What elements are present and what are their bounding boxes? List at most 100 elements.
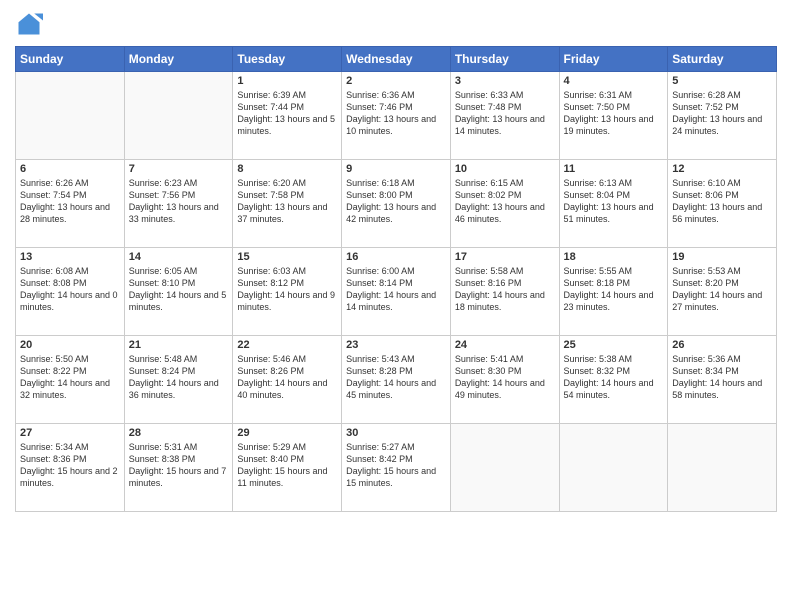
day-number: 8: [237, 163, 337, 175]
day-info: Sunrise: 6:13 AM Sunset: 8:04 PM Dayligh…: [564, 177, 664, 226]
day-of-week-header: Friday: [559, 47, 668, 72]
day-info: Sunrise: 5:29 AM Sunset: 8:40 PM Dayligh…: [237, 441, 337, 490]
calendar-day-cell: 23 Sunrise: 5:43 AM Sunset: 8:28 PM Dayli…: [342, 336, 451, 424]
day-info: Sunrise: 5:38 AM Sunset: 8:32 PM Dayligh…: [564, 353, 664, 402]
calendar-day-cell: [559, 424, 668, 512]
day-number: 6: [20, 163, 120, 175]
header: [15, 10, 777, 38]
calendar-day-cell: 9 Sunrise: 6:18 AM Sunset: 8:00 PM Daylig…: [342, 160, 451, 248]
day-number: 17: [455, 251, 555, 263]
day-number: 30: [346, 427, 446, 439]
calendar-table: SundayMondayTuesdayWednesdayThursdayFrid…: [15, 46, 777, 512]
calendar-day-cell: 12 Sunrise: 6:10 AM Sunset: 8:06 PM Dayli…: [668, 160, 777, 248]
day-number: 2: [346, 75, 446, 87]
day-info: Sunrise: 6:00 AM Sunset: 8:14 PM Dayligh…: [346, 265, 446, 314]
calendar-day-cell: [450, 424, 559, 512]
calendar-day-cell: 24Sunrise: 5:41 AM Sunset: 8:30 PM Dayli…: [450, 336, 559, 424]
day-number: 24: [455, 339, 555, 351]
logo: [15, 10, 47, 38]
calendar-day-cell: 3Sunrise: 6:33 AM Sunset: 7:48 PM Daylig…: [450, 72, 559, 160]
calendar-day-cell: [668, 424, 777, 512]
day-number: 12: [672, 163, 772, 175]
page: SundayMondayTuesdayWednesdayThursdayFrid…: [0, 0, 792, 612]
day-info: Sunrise: 5:36 AM Sunset: 8:34 PM Dayligh…: [672, 353, 772, 402]
day-number: 28: [129, 427, 229, 439]
calendar-day-cell: [16, 72, 125, 160]
day-info: Sunrise: 6:31 AM Sunset: 7:50 PM Dayligh…: [564, 89, 664, 138]
calendar-week-row: 6 Sunrise: 6:26 AM Sunset: 7:54 PM Daylig…: [16, 160, 777, 248]
day-of-week-header: Wednesday: [342, 47, 451, 72]
day-info: Sunrise: 5:48 AM Sunset: 8:24 PM Dayligh…: [129, 353, 229, 402]
day-info: Sunrise: 5:58 AM Sunset: 8:16 PM Dayligh…: [455, 265, 555, 314]
day-of-week-header: Thursday: [450, 47, 559, 72]
day-number: 23: [346, 339, 446, 351]
calendar-day-cell: 20 Sunrise: 5:50 AM Sunset: 8:22 PM Dayli…: [16, 336, 125, 424]
calendar-day-cell: 13Sunrise: 6:08 AM Sunset: 8:08 PM Dayli…: [16, 248, 125, 336]
day-info: Sunrise: 6:28 AM Sunset: 7:52 PM Dayligh…: [672, 89, 772, 138]
day-info: Sunrise: 6:08 AM Sunset: 8:08 PM Dayligh…: [20, 265, 120, 314]
calendar-day-cell: 8 Sunrise: 6:20 AM Sunset: 7:58 PM Daylig…: [233, 160, 342, 248]
logo-icon: [15, 10, 43, 38]
calendar-header-row: SundayMondayTuesdayWednesdayThursdayFrid…: [16, 47, 777, 72]
day-info: Sunrise: 6:20 AM Sunset: 7:58 PM Dayligh…: [237, 177, 337, 226]
day-number: 5: [672, 75, 772, 87]
calendar-day-cell: 16 Sunrise: 6:00 AM Sunset: 8:14 PM Dayli…: [342, 248, 451, 336]
calendar-day-cell: 26 Sunrise: 5:36 AM Sunset: 8:34 PM Dayli…: [668, 336, 777, 424]
day-info: Sunrise: 6:18 AM Sunset: 8:00 PM Dayligh…: [346, 177, 446, 226]
day-info: Sunrise: 6:15 AM Sunset: 8:02 PM Dayligh…: [455, 177, 555, 226]
calendar-day-cell: 22 Sunrise: 5:46 AM Sunset: 8:26 PM Dayli…: [233, 336, 342, 424]
calendar-day-cell: 6 Sunrise: 6:26 AM Sunset: 7:54 PM Daylig…: [16, 160, 125, 248]
day-info: Sunrise: 5:46 AM Sunset: 8:26 PM Dayligh…: [237, 353, 337, 402]
day-number: 11: [564, 163, 664, 175]
day-info: Sunrise: 5:53 AM Sunset: 8:20 PM Dayligh…: [672, 265, 772, 314]
day-number: 3: [455, 75, 555, 87]
day-info: Sunrise: 6:39 AM Sunset: 7:44 PM Dayligh…: [237, 89, 337, 138]
day-number: 29: [237, 427, 337, 439]
day-info: Sunrise: 5:34 AM Sunset: 8:36 PM Dayligh…: [20, 441, 120, 490]
calendar-week-row: 13Sunrise: 6:08 AM Sunset: 8:08 PM Dayli…: [16, 248, 777, 336]
day-info: Sunrise: 6:26 AM Sunset: 7:54 PM Dayligh…: [20, 177, 120, 226]
calendar-day-cell: 19 Sunrise: 5:53 AM Sunset: 8:20 PM Dayli…: [668, 248, 777, 336]
calendar-day-cell: [124, 72, 233, 160]
calendar-day-cell: 18Sunrise: 5:55 AM Sunset: 8:18 PM Dayli…: [559, 248, 668, 336]
day-number: 26: [672, 339, 772, 351]
calendar-day-cell: 15Sunrise: 6:03 AM Sunset: 8:12 PM Dayli…: [233, 248, 342, 336]
day-info: Sunrise: 6:10 AM Sunset: 8:06 PM Dayligh…: [672, 177, 772, 226]
calendar-day-cell: 21 Sunrise: 5:48 AM Sunset: 8:24 PM Dayli…: [124, 336, 233, 424]
day-number: 22: [237, 339, 337, 351]
calendar-day-cell: 29 Sunrise: 5:29 AM Sunset: 8:40 PM Dayli…: [233, 424, 342, 512]
day-number: 1: [237, 75, 337, 87]
day-number: 19: [672, 251, 772, 263]
calendar-day-cell: 30 Sunrise: 5:27 AM Sunset: 8:42 PM Dayli…: [342, 424, 451, 512]
day-info: Sunrise: 6:05 AM Sunset: 8:10 PM Dayligh…: [129, 265, 229, 314]
day-of-week-header: Saturday: [668, 47, 777, 72]
calendar-day-cell: 14 Sunrise: 6:05 AM Sunset: 8:10 PM Dayli…: [124, 248, 233, 336]
calendar-day-cell: 27 Sunrise: 5:34 AM Sunset: 8:36 PM Dayli…: [16, 424, 125, 512]
day-number: 21: [129, 339, 229, 351]
day-number: 25: [564, 339, 664, 351]
calendar-day-cell: 2Sunrise: 6:36 AM Sunset: 7:46 PM Daylig…: [342, 72, 451, 160]
calendar-day-cell: 28 Sunrise: 5:31 AM Sunset: 8:38 PM Dayli…: [124, 424, 233, 512]
calendar-day-cell: 10 Sunrise: 6:15 AM Sunset: 8:02 PM Dayli…: [450, 160, 559, 248]
day-info: Sunrise: 5:43 AM Sunset: 8:28 PM Dayligh…: [346, 353, 446, 402]
day-of-week-header: Monday: [124, 47, 233, 72]
day-number: 16: [346, 251, 446, 263]
day-info: Sunrise: 6:23 AM Sunset: 7:56 PM Dayligh…: [129, 177, 229, 226]
day-info: Sunrise: 5:27 AM Sunset: 8:42 PM Dayligh…: [346, 441, 446, 490]
calendar-day-cell: 11 Sunrise: 6:13 AM Sunset: 8:04 PM Dayli…: [559, 160, 668, 248]
day-of-week-header: Sunday: [16, 47, 125, 72]
day-number: 9: [346, 163, 446, 175]
calendar-day-cell: 25 Sunrise: 5:38 AM Sunset: 8:32 PM Dayli…: [559, 336, 668, 424]
day-number: 27: [20, 427, 120, 439]
day-info: Sunrise: 5:50 AM Sunset: 8:22 PM Dayligh…: [20, 353, 120, 402]
calendar-week-row: 27 Sunrise: 5:34 AM Sunset: 8:36 PM Dayli…: [16, 424, 777, 512]
day-of-week-header: Tuesday: [233, 47, 342, 72]
day-number: 10: [455, 163, 555, 175]
calendar-day-cell: 7Sunrise: 6:23 AM Sunset: 7:56 PM Daylig…: [124, 160, 233, 248]
day-number: 20: [20, 339, 120, 351]
calendar-day-cell: 4Sunrise: 6:31 AM Sunset: 7:50 PM Daylig…: [559, 72, 668, 160]
day-number: 14: [129, 251, 229, 263]
day-info: Sunrise: 5:31 AM Sunset: 8:38 PM Dayligh…: [129, 441, 229, 490]
calendar-week-row: 20 Sunrise: 5:50 AM Sunset: 8:22 PM Dayli…: [16, 336, 777, 424]
calendar-day-cell: 5 Sunrise: 6:28 AM Sunset: 7:52 PM Daylig…: [668, 72, 777, 160]
